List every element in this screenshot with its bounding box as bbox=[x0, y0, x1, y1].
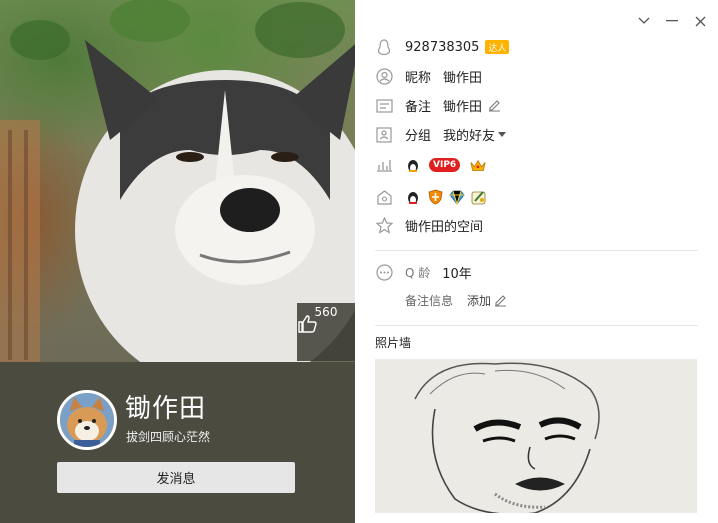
profile-details-panel: 928738305 达人 昵称 锄作田 备注 锄作田 分组 我的好友 VIP6 … bbox=[355, 0, 718, 523]
space-row: 锄作田的空间 bbox=[375, 216, 483, 235]
send-message-button[interactable]: 发消息 bbox=[57, 462, 295, 493]
photo-wall-image[interactable] bbox=[375, 359, 697, 513]
nickname-value: 锄作田 bbox=[443, 71, 483, 86]
edit-pencil-icon[interactable] bbox=[488, 99, 501, 112]
close-icon[interactable] bbox=[690, 12, 710, 30]
star-icon bbox=[375, 217, 393, 235]
group-label: 分组 bbox=[405, 129, 432, 144]
dropdown-arrow-icon bbox=[498, 132, 507, 137]
space-link[interactable]: 锄作田的空间 bbox=[405, 216, 483, 235]
nickname-row: 昵称 锄作田 bbox=[375, 67, 482, 86]
penguin-icon bbox=[375, 38, 393, 56]
cover-photo[interactable]: 560 bbox=[0, 0, 355, 362]
game-badge-icon[interactable] bbox=[471, 189, 487, 205]
qage-label: Q 龄 bbox=[405, 266, 431, 280]
avatar[interactable] bbox=[57, 390, 117, 450]
remark-info-label: 备注信息 bbox=[405, 294, 454, 308]
profile-card: 560 锄作田 拔剑四顾心茫然 发消息 bbox=[0, 0, 355, 523]
services-row bbox=[375, 188, 493, 206]
qq-number-row: 928738305 达人 bbox=[375, 38, 510, 56]
remark-row: 备注 锄作田 bbox=[375, 96, 501, 115]
qq-show-icon[interactable] bbox=[405, 189, 421, 205]
remark-label: 备注 bbox=[405, 100, 432, 115]
qage-row: Q 龄 10年 bbox=[375, 263, 472, 282]
qage-value: 10年 bbox=[442, 267, 472, 282]
talent-badge-label: 达人 bbox=[488, 43, 507, 54]
edit-pencil-icon bbox=[495, 295, 507, 307]
bar-chart-icon bbox=[375, 156, 393, 174]
photo-wall-title: 照片墙 bbox=[375, 336, 412, 350]
talent-badge[interactable]: 达人 bbox=[485, 40, 510, 54]
qq-penguin-level-icon[interactable] bbox=[405, 157, 421, 173]
add-remark-button[interactable]: 添加 bbox=[467, 292, 507, 309]
thumbs-up-icon bbox=[298, 315, 317, 333]
sketch-face-image bbox=[375, 359, 697, 513]
crown-icon[interactable] bbox=[470, 157, 486, 173]
divider bbox=[375, 250, 698, 251]
shiba-avatar-image bbox=[60, 393, 114, 447]
profile-signature: 拔剑四顾心茫然 bbox=[126, 430, 211, 444]
divider bbox=[375, 325, 698, 326]
group-select[interactable]: 我的好友 bbox=[443, 125, 507, 144]
shield-badge-icon[interactable] bbox=[427, 189, 443, 205]
more-dots-icon[interactable] bbox=[375, 264, 393, 282]
nickname-label: 昵称 bbox=[405, 71, 432, 86]
id-card-icon bbox=[375, 97, 393, 115]
window-controls bbox=[634, 12, 710, 30]
contacts-icon bbox=[375, 126, 393, 144]
group-value: 我的好友 bbox=[443, 129, 496, 144]
level-row: VIP6 bbox=[375, 156, 492, 174]
diamond-badge-icon[interactable] bbox=[449, 189, 465, 205]
add-remark-label: 添加 bbox=[467, 294, 492, 308]
remark-value[interactable]: 锄作田 bbox=[443, 96, 482, 115]
remark-info-row: 备注信息 添加 bbox=[405, 292, 507, 309]
house-star-icon bbox=[375, 188, 393, 206]
like-button[interactable]: 560 bbox=[297, 303, 355, 361]
chevron-down-icon[interactable] bbox=[634, 12, 654, 30]
profile-nickname: 锄作田 bbox=[125, 394, 207, 424]
minimize-icon[interactable] bbox=[662, 12, 682, 30]
qq-number: 928738305 bbox=[405, 39, 480, 55]
vip-badge[interactable]: VIP6 bbox=[429, 158, 461, 172]
user-icon bbox=[375, 68, 393, 86]
group-row: 分组 我的好友 bbox=[375, 125, 507, 144]
